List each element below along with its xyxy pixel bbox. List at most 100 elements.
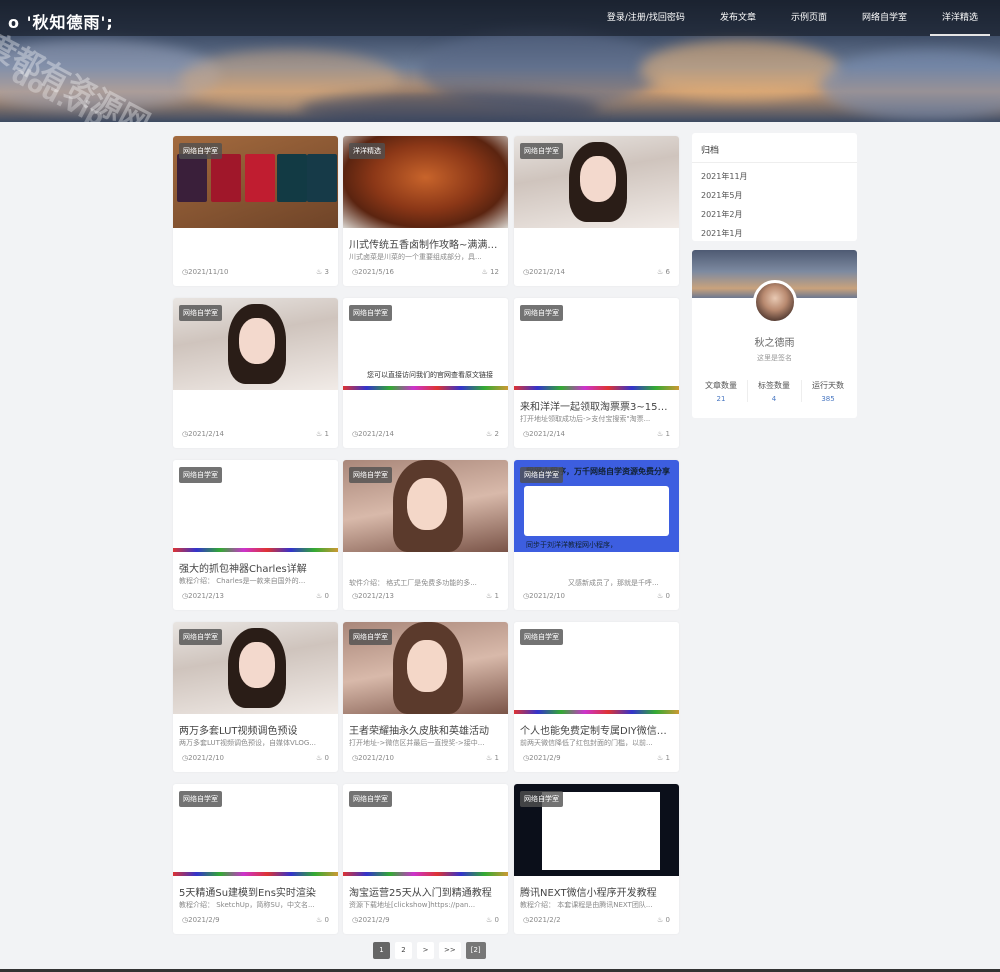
stat-posts: 文章数量 21	[694, 380, 748, 403]
post-title[interactable]: 强大的抓包神器Charles详解	[179, 560, 334, 575]
post-title[interactable]: 淘宝运营25天从入门到精通教程	[349, 884, 504, 899]
post-card[interactable]: 网络自学室 王者荣耀抽永久皮肤和英雄活动 打开地址->微信区并最后一直授奖->接…	[343, 622, 508, 772]
stat-label: 文章数量	[705, 381, 737, 390]
post-views: ♨ 0	[316, 916, 329, 924]
last-page-button[interactable]: >>	[439, 942, 461, 959]
flame-icon: ♨	[657, 430, 666, 438]
post-date: ◷2021/2/9	[352, 916, 390, 924]
flame-icon: ♨	[316, 916, 325, 924]
archive-link[interactable]: 2021年1月	[692, 224, 857, 243]
category-tag[interactable]: 网络自学室	[520, 791, 563, 807]
post-card[interactable]: 网络自学室 ◷2021/2/14 ♨ 1	[173, 298, 338, 448]
post-views: ♨ 0	[657, 916, 670, 924]
post-card[interactable]: 网络自学室 软件介绍： 格式工厂是免费多功能的多... ◷2021/2/13 ♨…	[343, 460, 508, 610]
post-title[interactable]: 王者荣耀抽永久皮肤和英雄活动	[349, 722, 504, 737]
category-tag[interactable]: 网络自学室	[520, 305, 563, 321]
stat-value: 4	[771, 395, 777, 403]
archive-widget: 归档 2021年11月 2021年5月 2021年2月 2021年1月	[692, 133, 857, 241]
flame-icon: ♨	[316, 268, 325, 276]
category-tag[interactable]: 网络自学室	[520, 143, 563, 159]
stat-tags: 标签数量 4	[747, 380, 801, 403]
flame-icon: ♨	[657, 754, 666, 762]
category-tag[interactable]: 网络自学室	[179, 467, 222, 483]
post-excerpt: 教程介绍： 本套课程是由腾讯NEXT团队...	[520, 901, 653, 909]
nav-self-study[interactable]: 网络自学室	[862, 0, 907, 36]
site-logo[interactable]: o '秋知德雨';	[8, 9, 114, 33]
post-views: ♨ 0	[316, 592, 329, 600]
post-excerpt: 打开地址领取成功后->支付宝搜索"淘票...	[520, 415, 651, 423]
avatar[interactable]	[753, 280, 797, 324]
post-title[interactable]: 个人也能免费定制专属DIY微信红...	[520, 722, 675, 737]
category-tag[interactable]: 洋洋精选	[349, 143, 385, 159]
post-views: ♨ 1	[657, 754, 670, 762]
category-tag[interactable]: 网络自学室	[349, 467, 392, 483]
page-1-button[interactable]: 1	[373, 942, 390, 959]
archive-link[interactable]: 2021年2月	[692, 205, 857, 224]
category-tag[interactable]: 网络自学室	[349, 305, 392, 321]
post-date: ◷2021/2/14	[523, 268, 566, 276]
archive-title: 归档	[692, 133, 857, 163]
post-card[interactable]: 网络自学室 5天精通Su建模到Ens实时渲染 教程介绍： SketchUp，简称…	[173, 784, 338, 934]
profile-name[interactable]: 秋之德雨	[692, 334, 857, 349]
category-tag[interactable]: 网络自学室	[179, 791, 222, 807]
post-date: ◷2021/2/9	[523, 754, 561, 762]
pagination: 1 2 > >> [2]	[373, 942, 491, 959]
flame-icon: ♨	[657, 916, 666, 924]
flame-icon: ♨	[486, 754, 495, 762]
flame-icon: ♨	[657, 268, 666, 276]
category-tag[interactable]: 网络自学室	[349, 791, 392, 807]
post-title[interactable]: 腾讯NEXT微信小程序开发教程	[520, 884, 675, 899]
post-date: ◷2021/2/13	[352, 592, 395, 600]
post-card[interactable]: 您可以直接访问我们的官网查看原文链接 网络自学室 ◷2021/2/14 ♨ 2	[343, 298, 508, 448]
post-card[interactable]: 网络自学室 ◷2021/11/10 ♨ 3	[173, 136, 338, 286]
post-views: ♨ 6	[657, 268, 670, 276]
main-nav: 登录/注册/找回密码 发布文章 示例页面 网络自学室 洋洋精选	[572, 0, 991, 36]
post-date: ◷2021/2/14	[523, 430, 566, 438]
post-card[interactable]: 网络自学室 强大的抓包神器Charles详解 教程介绍： Charles是一款来…	[173, 460, 338, 610]
page-2-button[interactable]: 2	[395, 942, 412, 959]
post-title[interactable]: 川式传统五香卤制作攻略~满满干...	[349, 236, 504, 251]
post-card[interactable]: 网络自学室 来和洋洋一起领取淘票票3~15元... 打开地址领取成功后->支付宝…	[514, 298, 679, 448]
archive-link[interactable]: 2021年5月	[692, 186, 857, 205]
post-views: ♨ 12	[481, 268, 499, 276]
post-views: ♨ 0	[486, 916, 499, 924]
category-tag[interactable]: 网络自学室	[520, 629, 563, 645]
post-views: ♨ 1	[316, 430, 329, 438]
thumbnail-caption: 同步于刘洋洋教程网小程序，	[526, 541, 617, 549]
site-header: o '秋知德雨'; 度都有资源网 dou.vip.com 登录/注册/找回密码 …	[0, 0, 1000, 122]
flame-icon: ♨	[316, 592, 325, 600]
post-title[interactable]: 来和洋洋一起领取淘票票3~15元...	[520, 398, 675, 413]
post-card[interactable]: 网络自学室 个人也能免费定制专属DIY微信红... 前两天微信降低了红包封面的门…	[514, 622, 679, 772]
post-card[interactable]: 网络自学室 ◷2021/2/14 ♨ 6	[514, 136, 679, 286]
post-excerpt: 又感新成员了，那就是千呼...	[568, 579, 659, 587]
category-tag[interactable]: 网络自学室	[179, 143, 222, 159]
post-card[interactable]: 洋洋精选 川式传统五香卤制作攻略~满满干... 川式卤菜是川菜的一个重要组成部分…	[343, 136, 508, 286]
post-card[interactable]: 网络自学室 腾讯NEXT微信小程序开发教程 教程介绍： 本套课程是由腾讯NEXT…	[514, 784, 679, 934]
category-tag[interactable]: 网络自学室	[520, 467, 563, 483]
post-excerpt: 教程介绍： Charles是一款来自国外的...	[179, 577, 306, 585]
post-views: ♨ 3	[316, 268, 329, 276]
post-title[interactable]: 5天精通Su建模到Ens实时渲染	[179, 884, 334, 899]
post-date: ◷2021/2/14	[352, 430, 395, 438]
post-date: ◷2021/2/9	[182, 916, 220, 924]
post-card[interactable]: 网络自学室 淘宝运营25天从入门到精通教程 资源下载地址[clickshow]h…	[343, 784, 508, 934]
post-date: ◷2021/2/10	[182, 754, 225, 762]
page-count: [2]	[465, 942, 486, 959]
post-views: ♨ 1	[486, 754, 499, 762]
nav-publish[interactable]: 发布文章	[720, 0, 756, 36]
nav-picks[interactable]: 洋洋精选	[929, 0, 991, 36]
stat-value: 385	[821, 395, 835, 403]
post-title[interactable]: 两万多套LUT视频调色预设	[179, 722, 334, 737]
next-page-button[interactable]: >	[417, 942, 434, 959]
nav-login[interactable]: 登录/注册/找回密码	[607, 0, 685, 36]
post-excerpt: 资源下载地址[clickshow]https://pan...	[349, 901, 476, 909]
post-card[interactable]: 网络自学室 两万多套LUT视频调色预设 两万多套LUT视频调色预设，自媒体VLO…	[173, 622, 338, 772]
post-views: ♨ 0	[657, 592, 670, 600]
post-card[interactable]: 程网小程序，万千网络自学资源免费分享 同步于刘洋洋教程网小程序， 网络自学室 又…	[514, 460, 679, 610]
nav-sample-page[interactable]: 示例页面	[791, 0, 827, 36]
category-tag[interactable]: 网络自学室	[179, 629, 222, 645]
category-tag[interactable]: 网络自学室	[179, 305, 222, 321]
archive-link[interactable]: 2021年11月	[692, 167, 857, 186]
stat-days: 运行天数 385	[801, 380, 855, 403]
category-tag[interactable]: 网络自学室	[349, 629, 392, 645]
